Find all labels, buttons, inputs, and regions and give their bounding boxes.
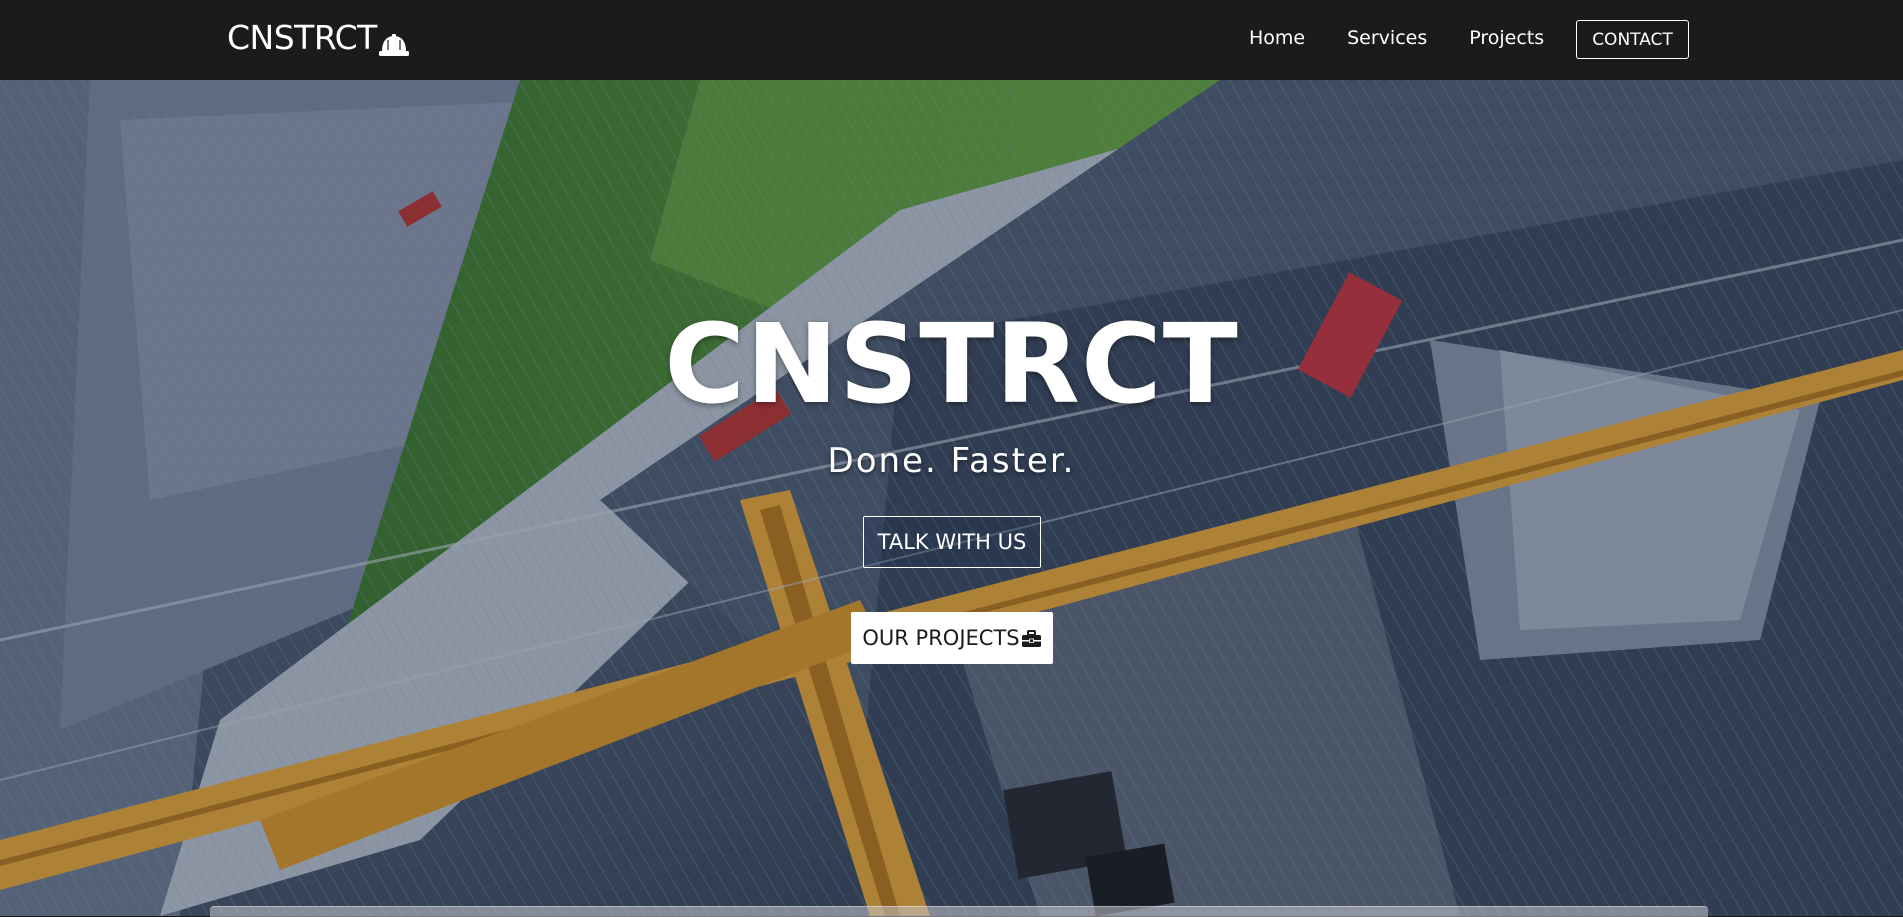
contact-button[interactable]: CONTACT [1576, 20, 1689, 59]
talk-with-us-button[interactable]: TALK WITH US [863, 516, 1041, 568]
brand-logo[interactable]: CNSTRCT [227, 18, 410, 57]
nav-link-projects[interactable]: Projects [1469, 27, 1544, 49]
hard-hat-icon [378, 27, 410, 56]
hero-section: CNSTRCT Done. Faster. TALK WITH US OUR P… [0, 80, 1903, 916]
hero-title: CNSTRCT [664, 300, 1239, 428]
toolbox-icon [1021, 629, 1042, 647]
navbar: CNSTRCT Home Services Projects CONTACT [0, 0, 1903, 80]
os-dock [210, 906, 1708, 917]
hero-overlay [0, 80, 1903, 916]
nav-link-services[interactable]: Services [1347, 27, 1427, 49]
brand-name: CNSTRCT [227, 18, 377, 57]
our-projects-label: OUR PROJECTS [862, 626, 1020, 650]
our-projects-button[interactable]: OUR PROJECTS [851, 612, 1053, 664]
hero-subtitle: Done. Faster. [827, 441, 1076, 481]
nav-links: Home Services Projects [1249, 27, 1586, 49]
nav-link-home[interactable]: Home [1249, 27, 1305, 49]
